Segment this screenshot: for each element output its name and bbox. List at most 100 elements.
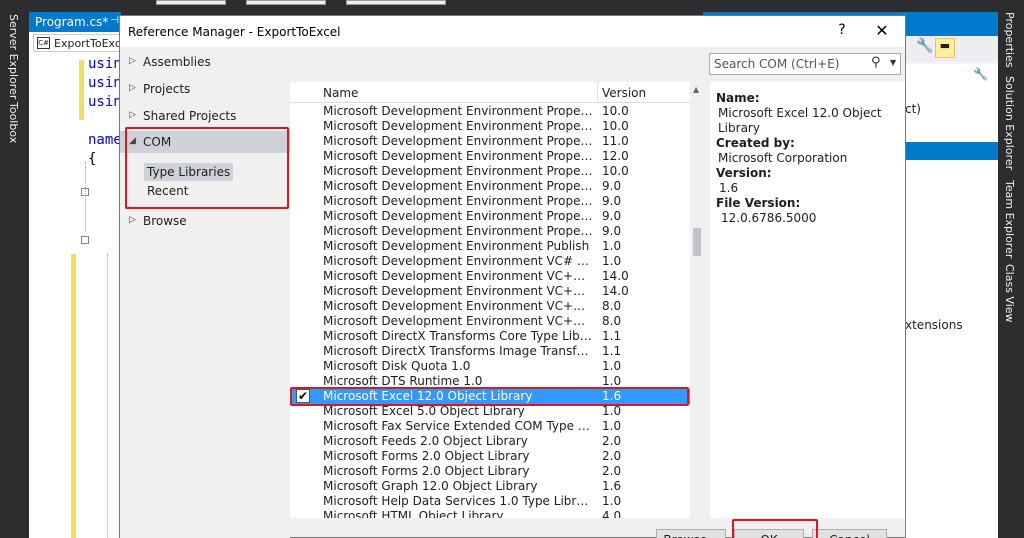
library-version: 1.0	[602, 254, 622, 268]
list-item[interactable]: Microsoft Feeds 2.0 Object Library 2.0	[290, 434, 690, 449]
expand-arrow-icon: ▷	[129, 215, 136, 225]
toolbar-combo[interactable]	[346, 0, 446, 5]
pin-icon[interactable]: ▬	[935, 38, 955, 58]
library-version: 1.0	[602, 239, 622, 253]
team-explorer-tab[interactable]: Team Explorer	[1003, 180, 1016, 258]
library-version: 1.0	[602, 419, 622, 433]
tree-selected-row[interactable]	[904, 142, 999, 160]
list-item[interactable]: Microsoft Help Data Services 1.0 Type Li…	[290, 494, 690, 509]
library-version: 8.0	[602, 314, 622, 328]
nav-item-projects[interactable]: ▷ Projects	[120, 78, 290, 100]
toolbar-combo[interactable]	[246, 0, 326, 5]
list-item[interactable]: Microsoft DirectX Transforms Image Trans…	[290, 344, 690, 359]
nav-item-label: Projects	[143, 82, 191, 96]
reference-category-nav: ▷ Assemblies ▷ Projects ▷ Shared Project…	[120, 47, 290, 538]
list-item[interactable]: Microsoft DirectX Transforms Core Type L…	[290, 329, 690, 344]
reference-manager-dialog: Reference Manager - ExportToExcel ? ✕ ▷ …	[119, 15, 906, 538]
help-button[interactable]: ?	[832, 22, 852, 38]
column-header-version[interactable]: Version	[602, 86, 646, 100]
search-placeholder: Search COM (Ctrl+E)	[714, 57, 840, 71]
pin-icon[interactable]: ⊣	[110, 15, 119, 26]
solution-explorer-tab[interactable]: Solution Explorer	[1003, 76, 1016, 170]
list-item[interactable]: Microsoft Development Environment Proper…	[290, 149, 690, 164]
list-item[interactable]: Microsoft Disk Quota 1.0 1.0	[290, 359, 690, 374]
list-item[interactable]: Microsoft Fax Service Extended COM Type …	[290, 419, 690, 434]
list-item[interactable]: Microsoft Development Environment Proper…	[290, 164, 690, 179]
list-item[interactable]: Microsoft Graph 12.0 Object Library 1.6	[290, 479, 690, 494]
properties-wrench-icon[interactable]: 🔧	[916, 38, 933, 54]
nav-item-browse[interactable]: ▷ Browse	[120, 210, 290, 232]
list-item[interactable]: Microsoft Development Environment Proper…	[290, 179, 690, 194]
library-name: Microsoft Development Environment Proper…	[323, 224, 593, 238]
details-pane: Name: Microsoft Excel 12.0 Object Librar…	[710, 82, 905, 518]
library-version: 1.0	[602, 374, 622, 388]
list-item[interactable]: Microsoft Forms 2.0 Object Library 2.0	[290, 449, 690, 464]
search-icon[interactable]: ⚲	[871, 55, 881, 70]
library-version: 14.0	[602, 284, 629, 298]
list-item[interactable]: Microsoft Development Environment Proper…	[290, 194, 690, 209]
close-button[interactable]: ✕	[870, 21, 894, 40]
toolbox-tab[interactable]: Toolbox	[7, 102, 20, 143]
wrench-icon[interactable]: 🔧	[973, 67, 988, 81]
detail-name-value: Microsoft Excel 12.0 Object	[718, 106, 882, 120]
list-item[interactable]: Microsoft Forms 2.0 Object Library 2.0	[290, 464, 690, 479]
tree-item-text: xtensions	[905, 318, 963, 332]
library-version: 2.0	[602, 464, 622, 478]
scroll-up-icon[interactable]: ▲	[693, 85, 699, 94]
toolbar-combo[interactable]	[156, 0, 226, 5]
indent-guide	[85, 162, 86, 232]
scrollbar-thumb[interactable]	[693, 228, 701, 256]
list-item[interactable]: Microsoft Development Environment Proper…	[290, 224, 690, 239]
highlight-box-com	[125, 127, 289, 209]
chevron-down-icon[interactable]: ▼	[890, 58, 896, 67]
library-version: 11.0	[602, 134, 629, 148]
list-item[interactable]: Microsoft Development Environment Proper…	[290, 119, 690, 134]
library-name: Microsoft DTS Runtime 1.0	[323, 374, 483, 388]
project-nav-label: ExportToExcel	[54, 37, 125, 50]
dialog-title: Reference Manager - ExportToExcel	[128, 25, 341, 39]
detail-created-value: Microsoft Corporation	[718, 151, 848, 165]
nav-item-label: Browse	[143, 214, 187, 228]
list-item[interactable]: Microsoft Development Environment Proper…	[290, 104, 690, 119]
doc-tab-program[interactable]: Program.cs* ⊣	[29, 12, 121, 32]
library-name: Microsoft Development Environment Proper…	[323, 209, 593, 223]
detail-version-value: 1.6	[719, 181, 739, 195]
fold-icon[interactable]	[81, 236, 89, 244]
list-item[interactable]: Microsoft Development Environment VC++ P…	[290, 314, 690, 329]
project-nav-dropdown[interactable]: C# ExportToExcel	[33, 34, 125, 52]
solution-tree[interactable]: ct) xtensions	[903, 64, 999, 538]
library-name: Microsoft Development Environment VC++ P…	[323, 299, 593, 313]
nav-item-assemblies[interactable]: ▷ Assemblies	[120, 51, 290, 73]
library-name: Microsoft Help Data Services 1.0 Type Li…	[323, 494, 593, 508]
column-header-name[interactable]: Name	[323, 86, 358, 100]
cancel-button[interactable]: Cancel	[812, 529, 887, 538]
library-name: Microsoft Development Environment Proper…	[323, 179, 593, 193]
list-item[interactable]: Microsoft Development Environment Proper…	[290, 209, 690, 224]
library-version: 9.0	[602, 209, 622, 223]
search-com-input[interactable]: Search COM (Ctrl+E) ⚲ ▼	[709, 53, 901, 75]
nav-item-shared-projects[interactable]: ▷ Shared Projects	[120, 105, 290, 127]
library-name: Microsoft Fax Service Extended COM Type …	[323, 419, 593, 433]
list-item[interactable]: Microsoft Development Environment VC++ P…	[290, 284, 690, 299]
library-version: 4.0	[602, 509, 622, 518]
com-library-list[interactable]: Name Version Microsoft Development Envir…	[290, 82, 690, 518]
list-item[interactable]: Microsoft Development Environment Publis…	[290, 239, 690, 254]
list-item[interactable]: Microsoft HTML Object Library 4.0	[290, 509, 690, 518]
left-tool-strip: Server Explorer Toolbox	[0, 0, 26, 538]
server-explorer-tab[interactable]: Server Explorer	[7, 14, 20, 99]
list-item[interactable]: Microsoft Development Environment VC++ C…	[290, 269, 690, 284]
class-view-tab[interactable]: Class View	[1003, 264, 1016, 323]
list-item[interactable]: Microsoft Excel 5.0 Object Library 1.0	[290, 404, 690, 419]
library-name: Microsoft Disk Quota 1.0	[323, 359, 471, 373]
list-item[interactable]: Microsoft Development Environment Proper…	[290, 134, 690, 149]
browse-button[interactable]: Browse...	[656, 529, 726, 538]
list-item[interactable]: Microsoft Development Environment VC# Pr…	[290, 254, 690, 269]
column-separator[interactable]	[597, 82, 598, 103]
detail-file-version-label: File Version:	[716, 196, 801, 210]
code-line: usin	[88, 75, 122, 91]
properties-tab[interactable]: Properties	[1003, 12, 1016, 68]
code-editor[interactable]: C# ExportToExcel usin usin usin name {	[29, 32, 125, 538]
list-scrollbar[interactable]: ▲	[690, 82, 704, 518]
list-item[interactable]: Microsoft Development Environment VC++ P…	[290, 299, 690, 314]
library-name: Microsoft Development Environment Proper…	[323, 164, 593, 178]
